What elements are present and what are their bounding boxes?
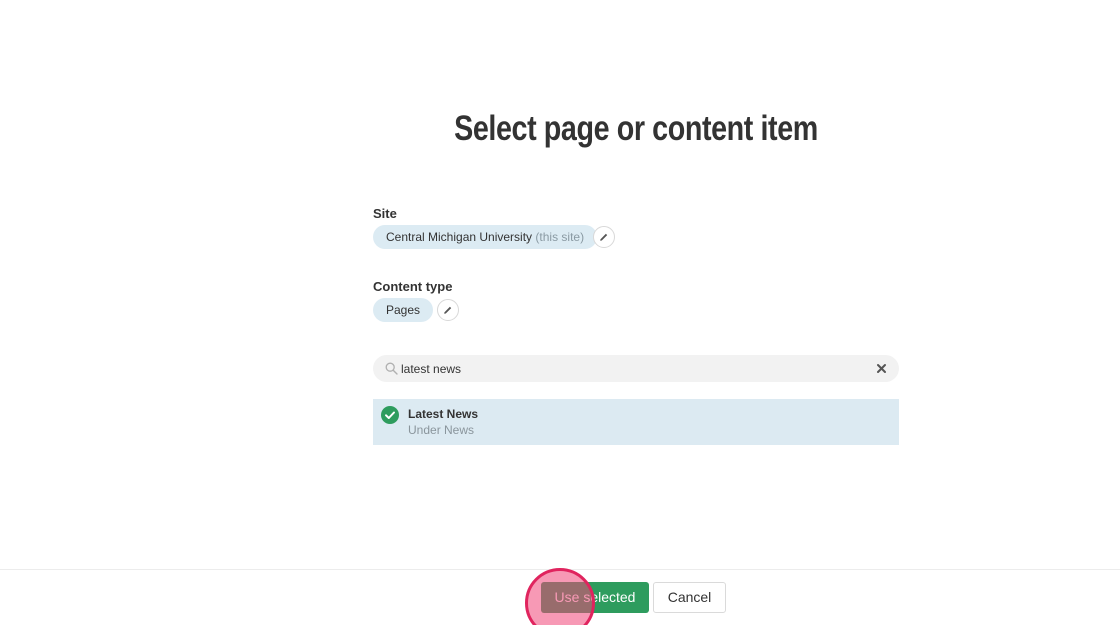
site-pill[interactable]: Central Michigan University (this site) <box>373 225 598 249</box>
pencil-icon <box>600 233 608 241</box>
search-box <box>373 355 899 382</box>
select-content-dialog: Select page or content item Site Central… <box>0 0 1120 625</box>
cancel-button[interactable]: Cancel <box>653 582 726 613</box>
search-icon <box>385 362 398 375</box>
site-name: Central Michigan University <box>386 230 533 244</box>
result-item[interactable]: Latest News Under News <box>373 399 899 445</box>
edit-content-type-button[interactable] <box>437 299 459 321</box>
pencil-icon <box>444 306 452 314</box>
site-label: Site <box>373 206 397 221</box>
site-suffix: (this site) <box>535 230 585 244</box>
dialog-title: Select page or content item <box>454 109 818 148</box>
result-title: Latest News <box>408 407 479 421</box>
use-selected-button[interactable]: Use selected <box>541 582 649 613</box>
result-subtitle: Under News <box>408 423 475 437</box>
content-type-value: Pages <box>386 303 421 317</box>
edit-site-button[interactable] <box>593 226 615 248</box>
content-type-pill[interactable]: Pages <box>373 298 434 322</box>
check-circle-icon <box>381 406 399 424</box>
close-icon[interactable] <box>876 363 887 374</box>
content-type-label: Content type <box>373 279 453 294</box>
search-input[interactable] <box>401 359 861 378</box>
